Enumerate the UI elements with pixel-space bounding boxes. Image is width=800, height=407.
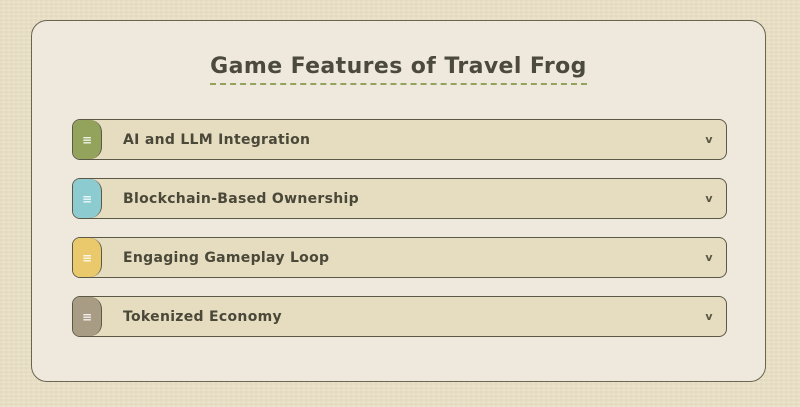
feature-item-gameplay-loop[interactable]: ≡ Engaging Gameplay Loop v	[72, 237, 727, 278]
feature-item-blockchain-ownership[interactable]: ≡ Blockchain-Based Ownership v	[72, 178, 727, 219]
chevron-down-icon[interactable]: v	[692, 238, 726, 277]
title-container: Game Features of Travel Frog	[32, 54, 765, 85]
feature-label: Blockchain-Based Ownership	[123, 190, 359, 207]
feature-label: Engaging Gameplay Loop	[123, 249, 330, 266]
feature-item-ai-llm-integration[interactable]: ≡ AI and LLM Integration v	[72, 119, 727, 160]
menu-lines-icon: ≡	[81, 309, 93, 324]
page-title: Game Features of Travel Frog	[210, 54, 587, 85]
feature-color-tab: ≡	[73, 179, 102, 218]
chevron-down-icon[interactable]: v	[692, 120, 726, 159]
feature-label: AI and LLM Integration	[123, 131, 311, 148]
feature-color-tab: ≡	[73, 297, 102, 336]
feature-color-tab: ≡	[73, 120, 102, 159]
menu-lines-icon: ≡	[81, 250, 93, 265]
chevron-down-icon[interactable]: v	[692, 297, 726, 336]
feature-item-tokenized-economy[interactable]: ≡ Tokenized Economy v	[72, 296, 727, 337]
page-background: { "page": { "title": "Game Features of T…	[0, 0, 800, 407]
chevron-down-icon[interactable]: v	[692, 179, 726, 218]
feature-color-tab: ≡	[73, 238, 102, 277]
menu-lines-icon: ≡	[81, 191, 93, 206]
features-card: Game Features of Travel Frog ≡ AI and LL…	[31, 20, 766, 382]
feature-label: Tokenized Economy	[123, 308, 282, 325]
menu-lines-icon: ≡	[81, 132, 93, 147]
